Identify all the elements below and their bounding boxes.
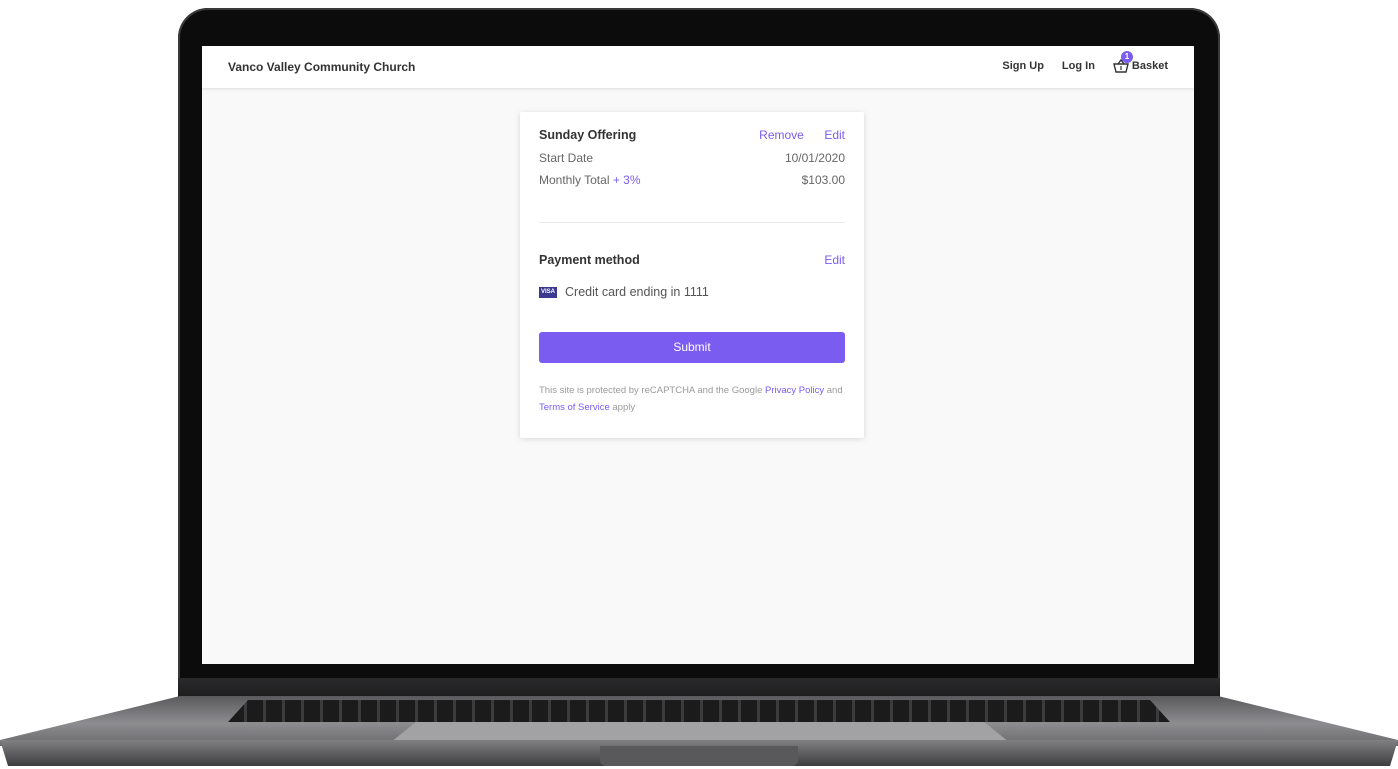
payment-header-row: Payment method Edit <box>539 253 845 267</box>
basket-count-badge: 1 <box>1120 51 1133 63</box>
monthly-total-label-group: Monthly Total + 3% <box>539 173 641 187</box>
card-description: Credit card ending in 1111 <box>565 285 709 299</box>
laptop-notch <box>600 746 798 766</box>
legal-text-3: apply <box>609 402 636 413</box>
edit-offering-link[interactable]: Edit <box>824 128 845 142</box>
offering-header-row: Sunday Offering Remove Edit <box>539 126 845 144</box>
site-title[interactable]: Vanco Valley Community Church <box>228 60 415 74</box>
payment-method-title: Payment method <box>539 253 640 267</box>
section-divider <box>539 222 845 223</box>
laptop-keyboard <box>228 700 1170 722</box>
top-nav-bar: Vanco Valley Community Church Sign Up Lo… <box>202 46 1194 88</box>
monthly-total-value: $103.00 <box>801 173 845 187</box>
payment-card-row: VISA Credit card ending in 1111 <box>539 285 845 299</box>
checkout-card: Sunday Offering Remove Edit Start Date 1… <box>520 112 864 438</box>
visa-card-icon: VISA <box>539 286 557 298</box>
edit-payment-link[interactable]: Edit <box>824 253 845 267</box>
offering-title: Sunday Offering <box>539 128 637 142</box>
start-date-row: Start Date 10/01/2020 <box>539 151 845 165</box>
legal-text-1: This site is protected by reCAPTCHA and … <box>539 385 765 396</box>
start-date-value: 10/01/2020 <box>784 151 845 165</box>
terms-of-service-link[interactable]: Terms of Service <box>539 402 610 413</box>
legal-text-2: and <box>824 385 843 396</box>
monthly-total-row: Monthly Total + 3% $103.00 <box>539 173 845 187</box>
start-date-label: Start Date <box>539 151 594 165</box>
remove-offering-link[interactable]: Remove <box>759 128 804 142</box>
header-nav: Sign Up Log In 1 Basket <box>1002 51 1168 73</box>
basket-button[interactable]: 1 Basket <box>1113 51 1168 73</box>
signup-link[interactable]: Sign Up <box>1002 60 1044 72</box>
fee-percentage: + 3% <box>612 173 641 187</box>
privacy-policy-link[interactable]: Privacy Policy <box>765 385 824 396</box>
submit-button[interactable]: Submit <box>539 332 845 363</box>
browser-screen: Vanco Valley Community Church Sign Up Lo… <box>202 46 1194 664</box>
recaptcha-notice: This site is protected by reCAPTCHA and … <box>539 382 845 416</box>
login-link[interactable]: Log In <box>1062 60 1095 72</box>
monthly-total-label: Monthly Total <box>539 173 610 187</box>
basket-label: Basket <box>1131 60 1168 72</box>
